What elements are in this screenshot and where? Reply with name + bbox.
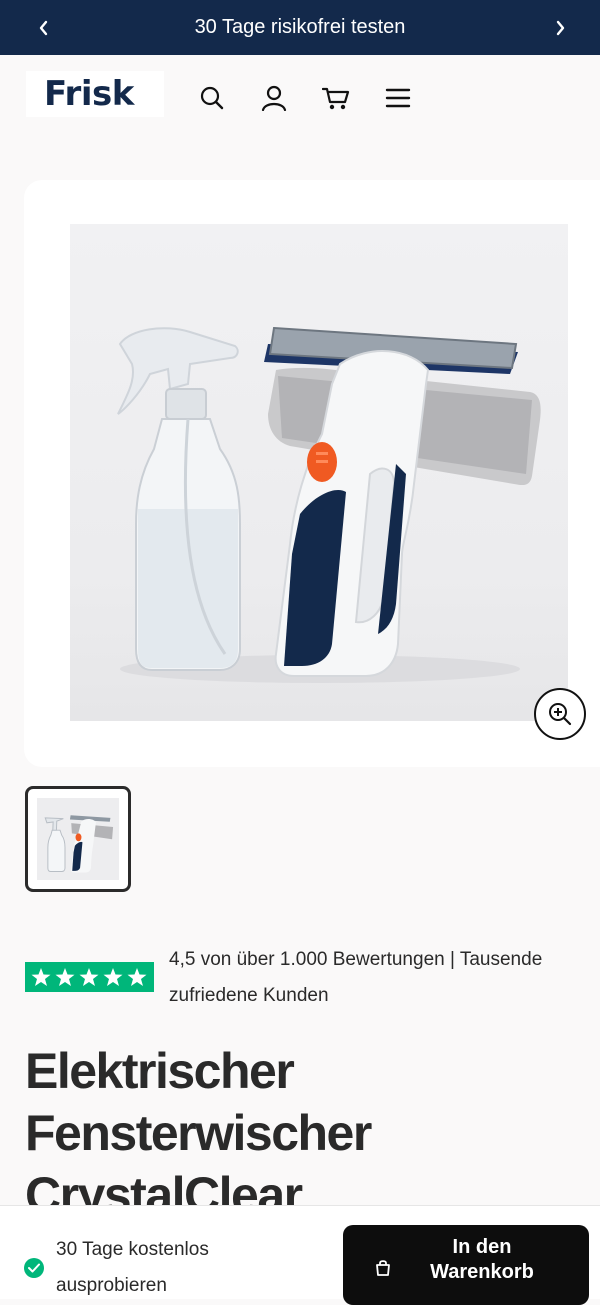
zoom-in-button[interactable] (534, 688, 586, 740)
shopping-bag-icon (375, 1259, 391, 1282)
chevron-right-icon[interactable] (540, 0, 580, 55)
product-image[interactable] (70, 224, 568, 721)
gallery-thumbnail[interactable] (25, 786, 131, 892)
trial-text: 30 Tage kostenlos ausprobieren (56, 1239, 209, 1296)
cart-icon[interactable] (318, 80, 354, 116)
add-to-cart-button[interactable]: In den Warenkorb (343, 1225, 589, 1305)
logo-text: Frisk (44, 74, 134, 114)
spray-bottle-illustration (117, 327, 241, 671)
check-circle-icon (24, 1258, 44, 1278)
search-icon[interactable] (194, 80, 230, 116)
trial-notice: 30 Tage kostenlos ausprobieren (24, 1232, 304, 1304)
trustpilot-stars (25, 962, 154, 992)
announcement-text: 30 Tage risikofrei testen (194, 16, 406, 38)
thumbnail-image (37, 798, 119, 880)
site-header: Frisk (0, 55, 600, 140)
rating-text: 4,5 von über 1.000 Bewertungen | Tausend… (169, 949, 543, 1006)
product-media-card (24, 180, 600, 767)
window-cleaner-illustration (264, 326, 541, 677)
chevron-left-icon[interactable] (24, 0, 64, 55)
account-icon[interactable] (256, 80, 292, 116)
sticky-cart-bar: 30 Tage kostenlos ausprobieren In den Wa… (0, 1205, 600, 1305)
star-rating-icon (31, 968, 146, 986)
menu-icon[interactable] (380, 80, 416, 116)
product-title: Elektrischer Fensterwischer CrystalClear (25, 1043, 372, 1223)
zoom-in-icon (549, 703, 572, 726)
announcement-bar: 30 Tage risikofrei testen (0, 0, 600, 55)
brand-logo[interactable]: Frisk (26, 71, 164, 117)
add-to-cart-label: In den Warenkorb (430, 1236, 534, 1283)
